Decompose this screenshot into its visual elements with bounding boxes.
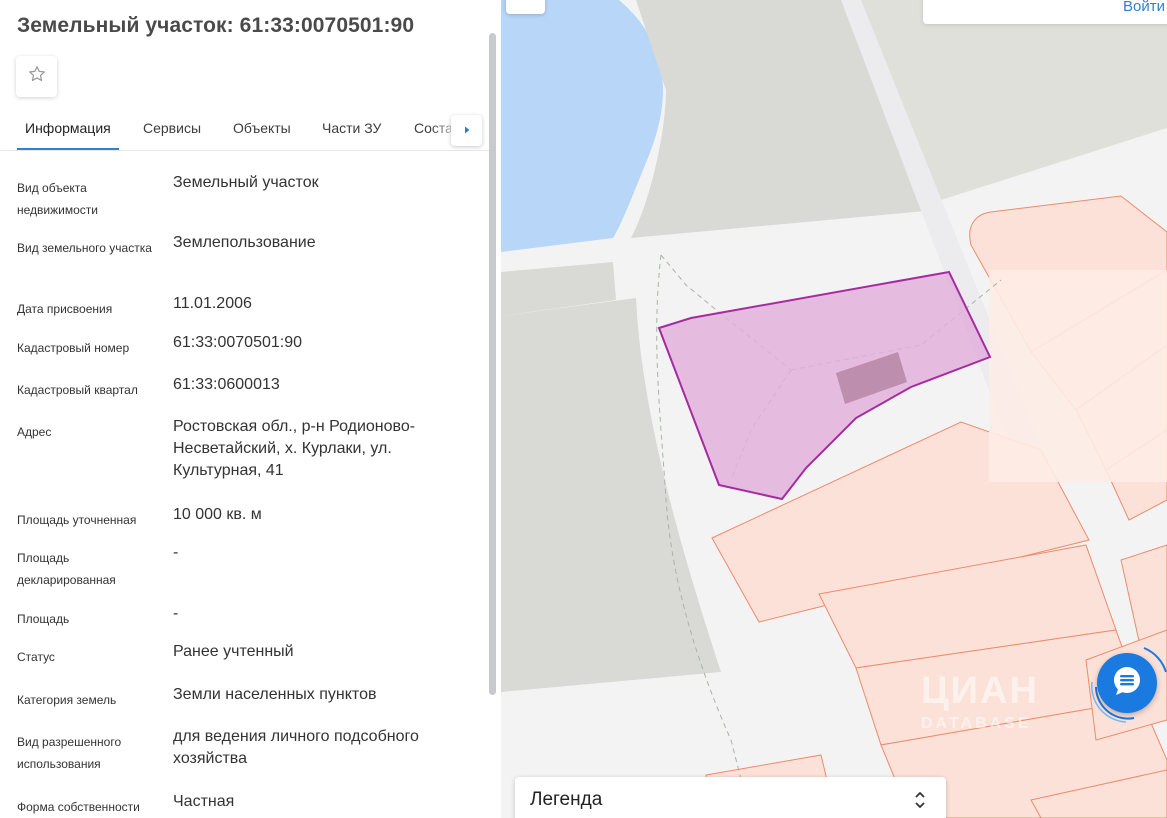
property-label: Вид земельного участка — [17, 241, 152, 255]
property-value: 61:33:0070501:90 — [173, 334, 303, 351]
page-title: Земельный участок: 61:33:0070501:90 — [17, 14, 415, 37]
property-value: Ранее учтенный — [173, 643, 294, 660]
property-label: Дата присвоения — [17, 302, 113, 316]
tab-parcel-parts[interactable]: Части ЗУ — [322, 120, 381, 136]
chat-button[interactable] — [1097, 653, 1157, 713]
property-value: Землепользование — [173, 234, 316, 251]
login-box: Войти — [923, 0, 1167, 24]
property-value: Ростовская обл., р-н Родионово-Несветайс… — [173, 418, 416, 479]
property-label: Категория земель — [17, 693, 117, 707]
legend-title: Легенда — [530, 789, 603, 810]
parcel-highlight-area — [989, 270, 1167, 482]
property-label: Кадастровый номер — [17, 341, 130, 355]
tab-information[interactable]: Информация — [25, 120, 111, 136]
cadastral-map[interactable]: Войти ЦИАН DATABASE Легенда — [501, 0, 1167, 818]
property-value: 10 000 кв. м — [173, 506, 262, 523]
legend-toggle[interactable]: Легенда — [515, 777, 946, 818]
property-label: Вид разрешенного использования — [17, 735, 122, 771]
property-value: - — [173, 544, 179, 561]
panel-scrollbar[interactable] — [489, 33, 496, 695]
property-label: Кадастровый квартал — [17, 383, 138, 397]
property-value: Земельный участок — [173, 174, 319, 191]
property-value: Частная — [173, 793, 235, 810]
caret-right-icon — [462, 122, 472, 140]
water-area — [501, 0, 663, 252]
login-link[interactable]: Войти — [1123, 0, 1165, 15]
tab-services[interactable]: Сервисы — [143, 120, 201, 136]
star-outline-icon — [27, 64, 47, 89]
map-canvas[interactable] — [501, 0, 1167, 818]
property-value: 61:33:0600013 — [173, 376, 280, 393]
tab-objects[interactable]: Объекты — [233, 120, 291, 136]
active-tab-indicator — [17, 148, 119, 150]
favorite-button[interactable] — [16, 56, 57, 97]
property-label: Площадь — [17, 612, 70, 626]
tabs-scroll-right-button[interactable] — [451, 115, 482, 146]
property-label: Адрес — [17, 425, 52, 439]
property-label: Площадь уточненная — [17, 513, 137, 527]
map-watermark-sub: DATABASE — [921, 715, 1032, 732]
property-label: Форма собственности — [17, 800, 140, 814]
tab-bar: Информация Сервисы Объекты Части ЗУ Сост… — [0, 108, 489, 151]
property-label: Статус — [17, 650, 55, 664]
chat-bubble-icon — [1110, 664, 1144, 703]
info-panel: Земельный участок: 61:33:0070501:90 Инфо… — [0, 0, 501, 818]
zoom-button[interactable] — [506, 0, 545, 14]
property-label: Площадь декларированная — [17, 551, 116, 587]
map-watermark: ЦИАН — [921, 670, 1039, 712]
property-value: Земли населенных пунктов — [173, 686, 377, 703]
property-value: для ведения личного подсобного хозяйства — [173, 728, 419, 767]
property-value: - — [173, 605, 179, 622]
property-label: Вид объекта недвижимости — [17, 181, 98, 217]
chevron-up-down-icon — [914, 789, 926, 816]
chat-widget[interactable] — [1086, 642, 1167, 726]
property-value: 11.01.2006 — [173, 295, 252, 312]
